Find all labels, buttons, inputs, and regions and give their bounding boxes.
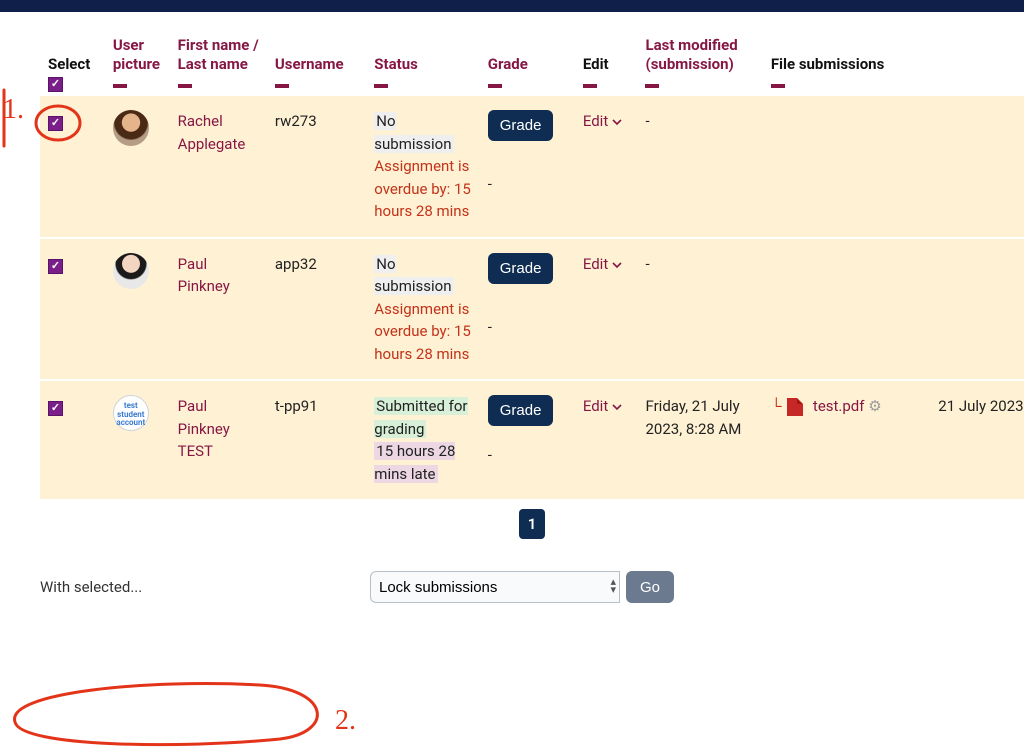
table-row: Rachel Applegate rw273 No submission Ass… <box>40 95 1024 238</box>
collapse-icon[interactable] <box>583 84 597 88</box>
grade-cell: Grade - <box>480 380 575 499</box>
chevron-down-icon <box>612 402 622 412</box>
table-row: test student account Paul Pinkney TEST t… <box>40 380 1024 499</box>
edit-menu-link[interactable]: Edit <box>583 112 622 130</box>
status-overdue: Assignment is overdue by: 15 hours 28 mi… <box>374 157 471 220</box>
table-row: Paul Pinkney app32 No submission Assignm… <box>40 238 1024 381</box>
with-selected-label: With selected... <box>40 578 370 596</box>
student-name-link[interactable]: Paul Pinkney <box>178 255 230 296</box>
col-files-header[interactable]: File submissions <box>763 30 930 95</box>
col-status-label: Status <box>374 55 418 73</box>
pagination: 1 <box>40 509 1024 539</box>
with-selected-bar: With selected... Lock submissions ▴▾ Go <box>40 563 1024 603</box>
col-extra-header <box>930 30 1024 95</box>
collapse-icon[interactable] <box>178 84 192 88</box>
svg-text:2.: 2. <box>335 705 356 736</box>
col-status-header[interactable]: Status <box>366 30 479 95</box>
files-cell: └ test.pdf ⚙ <box>763 380 930 499</box>
row-checkbox[interactable] <box>48 259 63 274</box>
col-edit-header[interactable]: Edit <box>575 30 638 95</box>
status-cell: No submission Assignment is overdue by: … <box>366 238 479 381</box>
grade-value: - <box>488 173 567 196</box>
modified-cell: Friday, 21 July 2023, 8:28 AM <box>637 380 762 499</box>
col-username-label: Username <box>275 55 344 73</box>
files-cell <box>763 238 930 381</box>
top-nav-bar <box>0 0 1024 12</box>
status-no-submission: No submission <box>374 255 453 296</box>
col-username-header[interactable]: Username <box>267 30 366 95</box>
grade-value: - <box>488 444 567 467</box>
status-late: 15 hours 28 mins late <box>374 442 455 483</box>
col-grade-header[interactable]: Grade <box>480 30 575 95</box>
avatar[interactable] <box>113 110 149 146</box>
avatar[interactable] <box>113 253 149 289</box>
grade-cell: Grade - <box>480 95 575 238</box>
collapse-icon[interactable] <box>275 84 289 88</box>
collapse-icon[interactable] <box>374 84 388 88</box>
col-select-header[interactable]: Select <box>40 30 105 95</box>
col-modified-label: Last modified (submission) <box>645 36 737 73</box>
tree-icon: └ <box>771 397 782 415</box>
col-picture-label: User picture <box>113 36 160 73</box>
col-name-header[interactable]: First name / Last name <box>170 30 267 95</box>
username-cell: app32 <box>267 238 366 381</box>
with-selected-action-select[interactable]: Lock submissions <box>370 571 620 603</box>
select-all-checkbox[interactable] <box>48 77 63 92</box>
edit-menu-link[interactable]: Edit <box>583 397 622 415</box>
status-cell: No submission Assignment is overdue by: … <box>366 95 479 238</box>
gear-icon[interactable]: ⚙ <box>868 397 881 415</box>
username-cell: rw273 <box>267 95 366 238</box>
edit-menu-link[interactable]: Edit <box>583 255 622 273</box>
page-current[interactable]: 1 <box>519 509 545 539</box>
col-select-label: Select <box>48 55 90 73</box>
grade-button[interactable]: Grade <box>488 110 554 141</box>
col-grade-label: Grade <box>488 55 528 73</box>
chevron-down-icon <box>612 117 622 127</box>
collapse-icon[interactable] <box>771 84 785 88</box>
pdf-icon <box>787 398 803 416</box>
files-cell <box>763 95 930 238</box>
col-edit-label: Edit <box>583 55 609 73</box>
extra-date-cell: 21 July 2023, 8 <box>930 380 1024 499</box>
chevron-down-icon <box>612 260 622 270</box>
username-cell: t-pp91 <box>267 380 366 499</box>
go-button[interactable]: Go <box>626 571 674 603</box>
col-name-label: First name / Last name <box>178 36 259 73</box>
modified-cell: - <box>637 238 762 381</box>
status-overdue: Assignment is overdue by: 15 hours 28 mi… <box>374 300 471 363</box>
modified-cell: - <box>637 95 762 238</box>
file-link[interactable]: test.pdf <box>813 397 865 415</box>
submissions-table: Select User picture First name / Last na… <box>40 30 1024 499</box>
status-submitted: Submitted for grading <box>374 397 467 438</box>
row-checkbox[interactable] <box>48 401 63 416</box>
col-modified-header[interactable]: Last modified (submission) <box>637 30 762 95</box>
student-name-link[interactable]: Rachel Applegate <box>178 112 246 153</box>
grade-value: - <box>488 316 567 339</box>
collapse-icon[interactable] <box>488 84 502 88</box>
grade-cell: Grade - <box>480 238 575 381</box>
table-header-row: Select User picture First name / Last na… <box>40 30 1024 95</box>
status-cell: Submitted for grading 15 hours 28 mins l… <box>366 380 479 499</box>
grade-button[interactable]: Grade <box>488 395 554 426</box>
avatar[interactable]: test student account <box>113 395 149 431</box>
collapse-icon[interactable] <box>645 84 659 88</box>
annotation-2: 2. <box>0 677 380 756</box>
col-picture-header[interactable]: User picture <box>105 30 170 95</box>
row-checkbox[interactable] <box>48 116 63 131</box>
status-no-submission: No submission <box>374 112 453 153</box>
grade-button[interactable]: Grade <box>488 253 554 284</box>
col-files-label: File submissions <box>771 55 884 73</box>
student-name-link[interactable]: Paul Pinkney TEST <box>178 397 230 460</box>
collapse-icon[interactable] <box>113 84 127 88</box>
